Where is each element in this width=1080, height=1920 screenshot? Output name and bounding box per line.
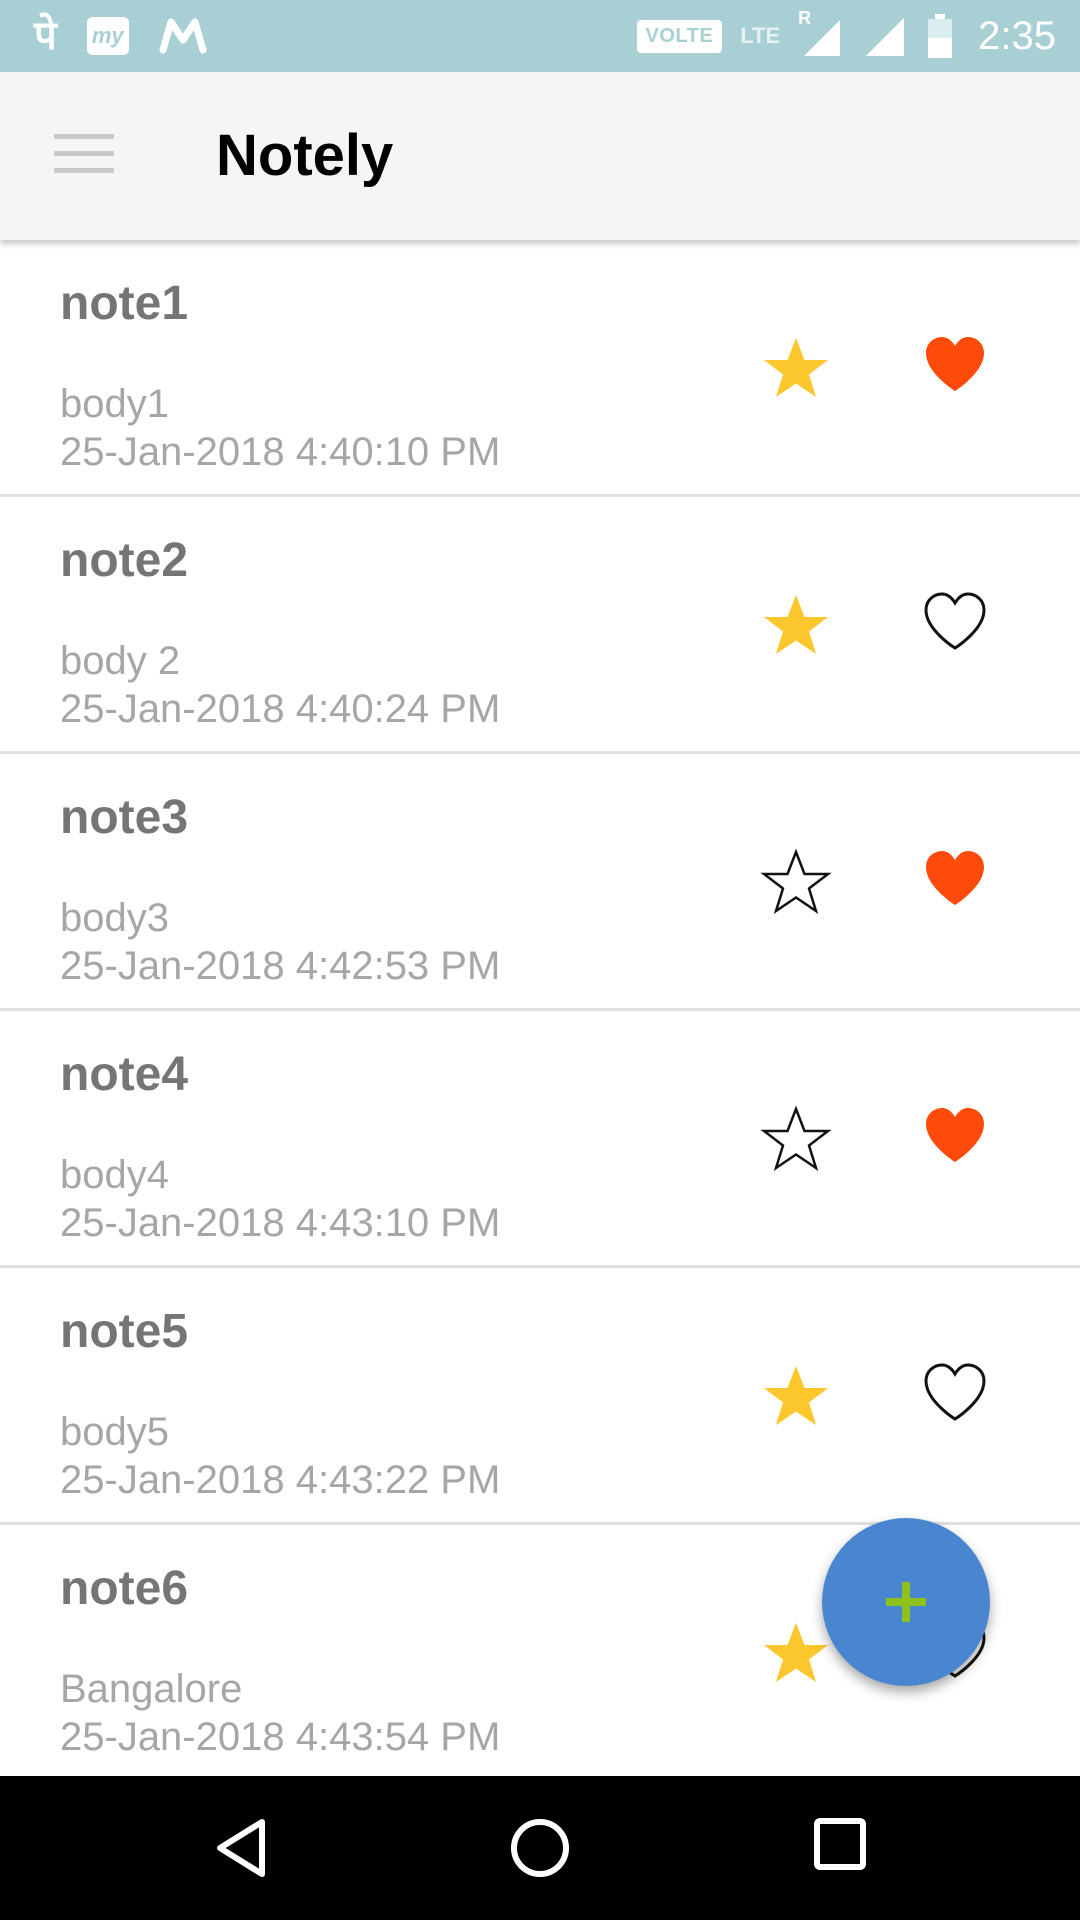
note-date: 25-Jan-2018 4:43:10 PM [60, 1201, 501, 1245]
note-body: body4 [60, 1153, 169, 1197]
myjio-label: my [91, 23, 124, 48]
signal-roaming-icon: R [798, 8, 844, 60]
gmail-icon [159, 18, 207, 54]
star-filled-icon[interactable] [760, 332, 832, 404]
note-body: body1 [60, 382, 169, 426]
heart-filled-icon[interactable] [922, 1103, 988, 1167]
note-body: body 2 [60, 639, 181, 683]
note-title: note3 [60, 791, 189, 844]
phonepe-icon: पे [34, 14, 57, 58]
note-title: note1 [60, 277, 189, 330]
note-title: note2 [60, 534, 189, 587]
heart-outline-icon[interactable] [922, 589, 988, 653]
note-list-item[interactable]: note3 body3 25-Jan-2018 4:42:53 PM [0, 754, 1080, 1011]
roaming-label: R [798, 8, 812, 28]
myjio-icon: my [86, 17, 129, 55]
status-bar-system: VOLTE LTE R 2:35 [636, 8, 1056, 64]
note-list-item[interactable]: note1 body1 25-Jan-2018 4:40:10 PM [0, 240, 1080, 497]
note-date: 25-Jan-2018 4:43:22 PM [60, 1458, 501, 1502]
note-body: body5 [60, 1410, 169, 1454]
star-outline-icon[interactable] [760, 1103, 832, 1175]
star-outline-icon[interactable] [760, 846, 832, 918]
page-title: Notely [216, 123, 394, 188]
status-bar: पे my VOLTE LTE R 2:35 [0, 0, 1080, 72]
battery-icon [928, 14, 953, 58]
note-body: Bangalore [60, 1667, 243, 1711]
star-filled-icon[interactable] [760, 1360, 832, 1432]
heart-filled-icon[interactable] [922, 332, 988, 396]
note-body: body3 [60, 896, 169, 940]
note-title: note5 [60, 1305, 189, 1358]
plus-icon [886, 1582, 926, 1622]
note-date: 25-Jan-2018 4:42:53 PM [60, 944, 501, 988]
status-clock: 2:35 [978, 13, 1056, 58]
recents-icon[interactable] [812, 1816, 868, 1872]
add-note-button[interactable] [822, 1518, 990, 1686]
status-bar-notifications: पे my [34, 8, 207, 64]
heart-filled-icon[interactable] [922, 846, 988, 910]
star-filled-icon[interactable] [760, 589, 832, 661]
note-date: 25-Jan-2018 4:40:24 PM [60, 687, 501, 731]
back-icon[interactable] [212, 1816, 272, 1880]
note-date: 25-Jan-2018 4:40:10 PM [60, 430, 501, 474]
note-title: note6 [60, 1562, 189, 1615]
hamburger-menu-icon[interactable] [54, 134, 114, 178]
heart-outline-icon[interactable] [922, 1360, 988, 1424]
navigation-bar [0, 1776, 1080, 1920]
note-list-item[interactable]: note5 body5 25-Jan-2018 4:43:22 PM [0, 1268, 1080, 1525]
note-date: 25-Jan-2018 4:43:54 PM [60, 1715, 501, 1759]
app-bar: Notely [0, 72, 1080, 240]
note-title: note4 [60, 1048, 189, 1101]
note-list-item[interactable]: note4 body4 25-Jan-2018 4:43:10 PM [0, 1011, 1080, 1268]
note-list-item[interactable]: note2 body 2 25-Jan-2018 4:40:24 PM [0, 497, 1080, 754]
signal-icon [866, 18, 905, 56]
home-icon[interactable] [508, 1816, 572, 1880]
star-filled-icon[interactable] [760, 1617, 832, 1689]
lte-indicator: LTE [740, 23, 781, 48]
volte-badge: VOLTE [636, 19, 723, 53]
